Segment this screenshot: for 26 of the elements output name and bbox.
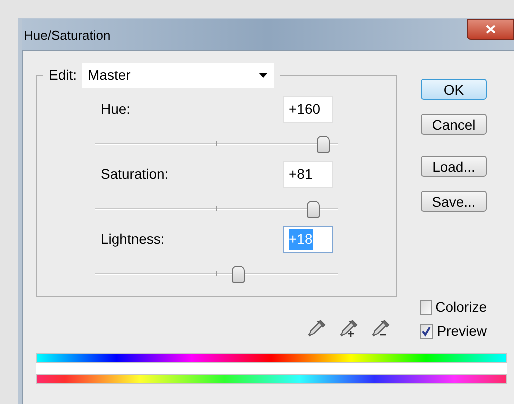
edit-dropdown[interactable]: Master: [82, 63, 274, 88]
slider-thumb[interactable]: [307, 201, 320, 218]
checkbox-label: Colorize: [436, 298, 487, 316]
dialog-button[interactable]: Load...: [421, 156, 487, 177]
close-icon: [486, 25, 496, 34]
adjustment-label: Lightness:: [101, 230, 165, 249]
eyedropper-minus-icon[interactable]: [371, 319, 391, 339]
slider-thumb[interactable]: [316, 136, 330, 153]
checkbox-label: Preview: [437, 322, 487, 340]
window-title: Hue/Saturation: [24, 27, 111, 45]
adjustment-label: Hue:: [101, 100, 131, 119]
dialog-button[interactable]: OK: [421, 79, 487, 100]
edit-label: Edit:: [49, 66, 78, 85]
value-field[interactable]: +81: [283, 161, 333, 188]
caret-icon: [259, 73, 268, 78]
value-field[interactable]: +160: [283, 96, 333, 123]
adjustment-label: Saturation:: [101, 165, 169, 184]
slider-thumb[interactable]: [232, 266, 245, 283]
eyedropper-plus-icon[interactable]: [339, 319, 359, 339]
eyedropper-icon[interactable]: [307, 319, 327, 339]
dialog-button[interactable]: Cancel: [421, 114, 487, 135]
dialog-button[interactable]: Save...: [421, 191, 487, 212]
checkmark-icon: [421, 326, 432, 336]
checkbox[interactable]: [420, 300, 432, 314]
checkbox[interactable]: [420, 324, 434, 338]
close-button[interactable]: [467, 19, 514, 40]
